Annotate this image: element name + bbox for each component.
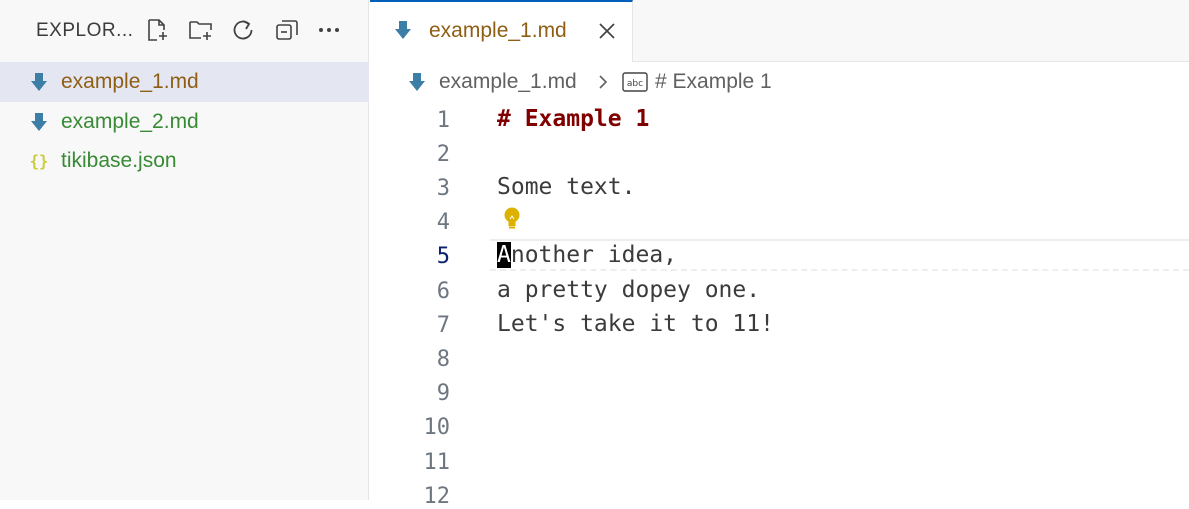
line-number: 2: [436, 142, 450, 167]
line-number-active: 5: [436, 244, 450, 269]
line-number: 10: [423, 415, 451, 440]
more-icon: [319, 28, 339, 32]
breadcrumb-file[interactable]: example_1.md: [439, 70, 577, 94]
code-line-text: nother idea,: [510, 242, 678, 268]
new-file-icon: [148, 19, 167, 41]
new-folder-icon: [189, 21, 212, 40]
close-icon[interactable]: [594, 18, 620, 44]
code-line[interactable]: a pretty dopey one.: [497, 277, 760, 303]
new-file-button[interactable]: [142, 14, 172, 46]
line-number: 11: [423, 450, 451, 475]
explorer-header: EXPLOR...: [0, 0, 369, 62]
file-item-tikibase-json[interactable]: {} tikibase.json: [0, 141, 369, 181]
tab-bar: example_1.md: [370, 0, 1189, 62]
string-symbol-icon: abc: [622, 72, 648, 97]
markdown-icon: [394, 20, 412, 45]
code-line[interactable]: Let's take it to 11!: [497, 311, 774, 337]
file-item-example-1[interactable]: example_1.md: [0, 62, 369, 102]
markdown-icon: [408, 72, 426, 97]
refresh-button[interactable]: [228, 14, 258, 46]
explorer-title: EXPLOR...: [36, 20, 134, 41]
file-name: tikibase.json: [61, 149, 177, 172]
line-number: 8: [436, 347, 450, 372]
new-folder-button[interactable]: [186, 14, 216, 46]
editor-area: example_1.md example_1.md abc # Example …: [370, 0, 1189, 509]
code-line-heading[interactable]: # Example 1: [497, 106, 649, 132]
file-name: example_2.md: [61, 110, 199, 133]
markdown-icon: [28, 111, 50, 133]
code-line-active[interactable]: Another idea,: [497, 242, 677, 268]
tab-label: example_1.md: [429, 19, 567, 42]
breadcrumb-heading[interactable]: # Example 1: [655, 70, 772, 94]
line-number: 7: [436, 313, 450, 338]
line-number: 9: [436, 381, 450, 406]
line-number: 4: [436, 210, 450, 235]
line-number: 6: [436, 279, 450, 304]
line-number: 1: [436, 108, 450, 133]
line-number: 12: [423, 484, 451, 509]
explorer-sidebar: EXPLOR... example_1.md example_2.md {} t…: [0, 0, 369, 500]
collapse-all-button[interactable]: [272, 14, 302, 46]
svg-text:{}: {}: [30, 153, 49, 171]
refresh-icon: [233, 20, 253, 40]
json-braces-icon: {}: [28, 150, 50, 172]
breadcrumb: example_1.md abc # Example 1: [370, 62, 1189, 102]
text-cursor: A: [497, 242, 511, 268]
svg-text:abc: abc: [627, 79, 643, 89]
tab-example-1[interactable]: example_1.md: [370, 0, 633, 62]
chevron-right-icon: [596, 74, 610, 95]
code-line[interactable]: Some text.: [497, 174, 635, 200]
file-name: example_1.md: [61, 70, 199, 93]
more-actions-button[interactable]: [314, 14, 344, 46]
lightbulb-icon[interactable]: [501, 206, 523, 230]
markdown-icon: [28, 71, 50, 93]
collapse-all-icon: [276, 20, 298, 40]
file-item-example-2[interactable]: example_2.md: [0, 102, 369, 142]
line-number: 3: [436, 176, 450, 201]
